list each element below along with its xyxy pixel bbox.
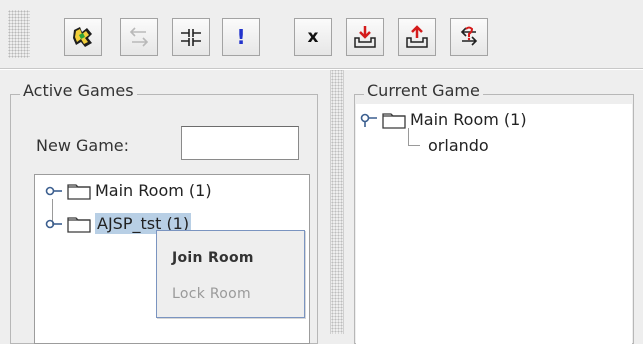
tree-node-main-room[interactable]: Main Room (1) [45, 181, 212, 200]
expand-handle-icon [45, 186, 62, 195]
download-tray-icon [354, 26, 376, 48]
folder-icon [382, 112, 406, 129]
tree-node-main-room[interactable]: Main Room (1) [360, 110, 527, 129]
arrows-left-right-icon [129, 27, 149, 47]
current-game-tree[interactable]: Main Room (1) orlando [356, 104, 632, 344]
close-button[interactable]: x [294, 18, 332, 56]
folder-icon [67, 183, 91, 200]
current-game-title: Current Game [364, 82, 483, 100]
logo-button[interactable] [64, 18, 102, 56]
toolbar: ! x [0, 0, 643, 70]
exclamation-icon: ! [236, 25, 246, 49]
download-button[interactable] [346, 18, 384, 56]
split-pane-divider[interactable] [330, 70, 344, 334]
swap-button[interactable] [450, 18, 488, 56]
new-game-label: New Game: [36, 136, 130, 155]
menu-item-join-room[interactable]: Join Room [158, 243, 303, 273]
room-context-menu: Join Room Lock Room [156, 230, 305, 318]
menu-item-lock-room[interactable]: Lock Room [158, 279, 303, 309]
split-button[interactable] [172, 18, 210, 56]
tree-node-label: Main Room (1) [410, 110, 527, 129]
tree-connector [408, 128, 420, 146]
tree-leaf-label: orlando [428, 136, 489, 155]
folder-icon [67, 216, 91, 233]
x-icon: x [307, 27, 319, 47]
expand-handle-icon [45, 219, 62, 228]
upload-tray-icon [406, 25, 428, 48]
swap-arrows-icon [460, 26, 478, 46]
alert-button[interactable]: ! [222, 18, 260, 56]
upload-button[interactable] [398, 18, 436, 56]
back-button[interactable] [120, 18, 158, 56]
active-games-title: Active Games [20, 82, 137, 100]
current-game-panel: Current Game Main Room (1) orlando [344, 70, 643, 344]
game-logo-icon [73, 27, 92, 47]
toolbar-grip-handle[interactable] [8, 10, 30, 58]
tree-node-label: Main Room (1) [95, 181, 212, 200]
collapse-handle-icon [360, 113, 377, 127]
tree-leaf-orlando[interactable]: orlando [428, 136, 489, 155]
new-game-input[interactable] [181, 126, 299, 160]
split-bars-icon [181, 29, 201, 46]
